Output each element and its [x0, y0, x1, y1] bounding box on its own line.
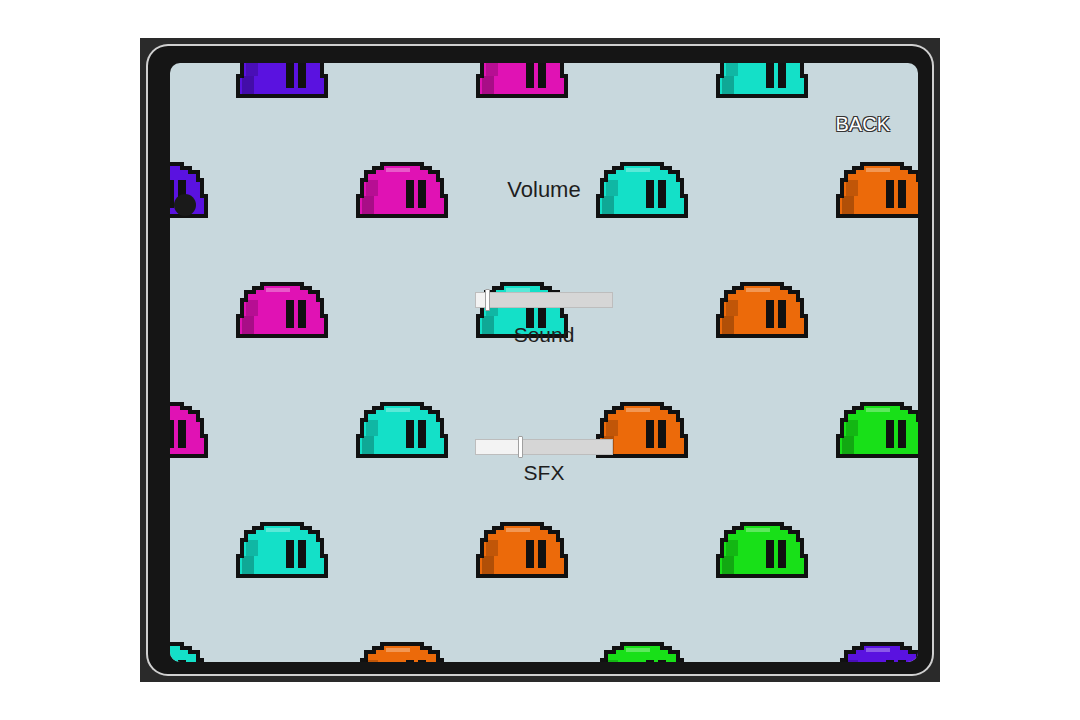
- slime-icon: [350, 160, 454, 220]
- slider-handle[interactable]: [518, 436, 523, 458]
- slime-icon: [590, 640, 694, 662]
- game-screen: BACK Volume Sound SFX: [170, 63, 918, 662]
- slider-track[interactable]: [475, 439, 613, 455]
- slider-label: SFX: [524, 461, 565, 485]
- slider-fill: [476, 440, 520, 454]
- slider-label: Sound: [514, 323, 575, 347]
- slime-pattern: [170, 63, 918, 662]
- slider-track[interactable]: [475, 292, 613, 308]
- slime-icon: [170, 640, 214, 662]
- cursor-dot: [174, 194, 196, 216]
- slider-handle[interactable]: [485, 289, 490, 311]
- slime-icon: [350, 400, 454, 460]
- back-button[interactable]: BACK: [836, 112, 890, 136]
- slime-icon: [350, 640, 454, 662]
- slime-icon: [230, 63, 334, 100]
- volume-title: Volume: [507, 178, 580, 202]
- slime-icon: [710, 63, 814, 100]
- volume-panel: Volume Sound SFX: [170, 178, 918, 485]
- slime-icon: [230, 520, 334, 580]
- slime-icon: [710, 520, 814, 580]
- slime-icon: [830, 640, 918, 662]
- slime-icon: [710, 280, 814, 340]
- slime-icon: [470, 520, 574, 580]
- slime-icon: [170, 400, 214, 460]
- slime-icon: [830, 160, 918, 220]
- device-bezel: BACK Volume Sound SFX: [146, 44, 934, 676]
- device-frame: BACK Volume Sound SFX: [140, 38, 940, 682]
- slime-icon: [470, 63, 574, 100]
- slime-icon: [830, 400, 918, 460]
- slime-icon: [590, 160, 694, 220]
- slime-icon: [230, 280, 334, 340]
